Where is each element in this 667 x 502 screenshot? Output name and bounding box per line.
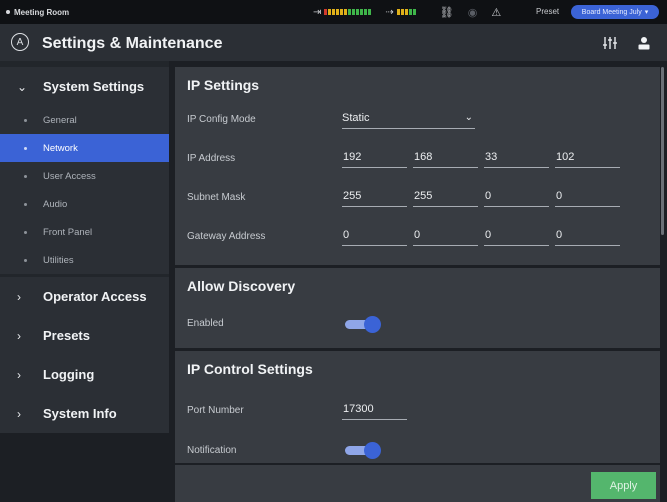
port-number-label: Port Number — [187, 405, 244, 416]
subnet-octet-4[interactable]: 0 — [555, 187, 620, 207]
section-title: Allow Discovery — [187, 278, 296, 294]
ip-control-section: IP Control Settings Port Number 17300 No… — [175, 351, 660, 463]
page-title: Settings & Maintenance — [42, 35, 223, 52]
sidebar-item-general[interactable]: General — [0, 106, 169, 134]
sidebar-group-label: Operator Access — [43, 289, 147, 304]
sidebar-group-label: Presets — [43, 328, 90, 343]
ip-config-mode-select[interactable]: Static ⌄ — [342, 109, 475, 129]
ip-address-label: IP Address — [187, 153, 236, 164]
ip-settings-section: IP Settings IP Config Mode Static ⌄ IP A… — [175, 67, 660, 265]
record-icon: ◉ — [467, 6, 478, 19]
input-meter: ⇥ — [313, 6, 372, 18]
chevron-right-icon: › — [17, 406, 21, 421]
apply-button[interactable]: Apply — [591, 472, 656, 499]
port-number-input[interactable]: 17300 — [342, 400, 407, 420]
chevron-right-icon: › — [17, 289, 21, 304]
output-arrow-icon: ⇢ — [385, 6, 394, 18]
scrollbar[interactable] — [661, 67, 664, 235]
discovery-enabled-toggle[interactable] — [345, 316, 383, 333]
sidebar-group-presets[interactable]: › Presets — [0, 316, 169, 355]
sidebar-item-label: User Access — [43, 170, 96, 182]
sidebar-item-label: Network — [43, 142, 78, 154]
sidebar-item-audio[interactable]: Audio — [0, 190, 169, 218]
sidebar-item-label: General — [43, 114, 77, 126]
sidebar-item-utilities[interactable]: Utilities — [0, 246, 169, 274]
bullet-icon — [24, 202, 27, 206]
ip-address-octet-4[interactable]: 102 — [555, 148, 620, 168]
subnet-octet-3[interactable]: 0 — [484, 187, 549, 207]
sidebar-group-label: System Settings — [43, 79, 145, 94]
notification-label: Notification — [187, 445, 237, 456]
chevron-down-icon: ⌄ — [464, 112, 473, 123]
sidebar-item-network[interactable]: Network — [0, 134, 169, 162]
preset-name: Board Meeting July — [581, 8, 642, 16]
section-title: IP Control Settings — [187, 361, 313, 377]
notification-toggle[interactable] — [345, 442, 383, 459]
ip-address-octet-1[interactable]: 192 — [342, 148, 407, 168]
sidebar-group-logging[interactable]: › Logging — [0, 355, 169, 394]
status-bar: Meeting Room ⇥ ⇢ ⛓ ◉ ⚠ Preset Board Meet… — [0, 0, 667, 24]
toggle-knob — [364, 316, 381, 333]
subnet-mask-label: Subnet Mask — [187, 192, 246, 203]
chevron-down-icon: ▾ — [644, 9, 649, 16]
discovery-enabled-label: Enabled — [187, 318, 224, 329]
warning-icon: ⚠ — [491, 6, 502, 19]
room-dot-icon — [6, 10, 10, 14]
subnet-octet-2[interactable]: 255 — [413, 187, 478, 207]
gateway-octet-4[interactable]: 0 — [555, 226, 620, 246]
sidebar-group-label: System Info — [43, 406, 117, 421]
footer-bar: Apply — [175, 465, 660, 502]
allow-discovery-section: Allow Discovery Enabled — [175, 268, 660, 348]
sidebar-group-label: Logging — [43, 367, 95, 382]
bullet-icon — [24, 174, 27, 178]
ip-address-octet-2[interactable]: 168 — [413, 148, 478, 168]
subnet-octet-1[interactable]: 255 — [342, 187, 407, 207]
bullet-icon — [24, 230, 27, 234]
preset-selector[interactable]: Board Meeting July ▾ — [571, 5, 659, 19]
gateway-address-label: Gateway Address — [187, 231, 266, 242]
gateway-octet-3[interactable]: 0 — [484, 226, 549, 246]
output-meter: ⇢ — [385, 6, 416, 18]
user-icon — [638, 37, 650, 50]
input-arrow-icon: ⇥ — [313, 6, 322, 18]
preset-label: Preset — [536, 7, 560, 16]
chevron-right-icon: › — [17, 328, 21, 343]
ip-config-mode-label: IP Config Mode — [187, 114, 256, 125]
sidebar-item-label: Front Panel — [43, 226, 93, 238]
input-level-bars — [324, 9, 372, 15]
room-indicator: Meeting Room — [0, 8, 69, 17]
sidebar-empty-area — [0, 433, 169, 502]
sidebar: ⌄ System Settings General Network User A… — [0, 61, 169, 502]
chevron-right-icon: › — [17, 367, 21, 382]
gateway-octet-1[interactable]: 0 — [342, 226, 407, 246]
link-icon: ⛓ — [439, 6, 454, 19]
app-header: A Settings & Maintenance — [0, 24, 667, 61]
bullet-icon — [24, 146, 27, 150]
ip-config-mode-value: Static — [342, 112, 370, 124]
sliders-icon — [603, 37, 617, 49]
bullet-icon — [24, 258, 27, 262]
main-content: IP Settings IP Config Mode Static ⌄ IP A… — [169, 61, 667, 502]
mixer-settings-button[interactable] — [600, 33, 620, 53]
sidebar-group-operator-access[interactable]: › Operator Access — [0, 277, 169, 316]
sidebar-group-system-info[interactable]: › System Info — [0, 394, 169, 433]
toggle-knob — [364, 442, 381, 459]
sidebar-item-label: Utilities — [43, 254, 74, 266]
ip-address-octet-3[interactable]: 33 — [484, 148, 549, 168]
meters-group: ⇥ ⇢ ⛓ ◉ ⚠ — [313, 0, 501, 24]
room-name: Meeting Room — [14, 7, 70, 17]
sidebar-item-user-access[interactable]: User Access — [0, 162, 169, 190]
user-button[interactable] — [634, 33, 654, 53]
section-title: IP Settings — [187, 77, 260, 93]
brand-logo-icon: A — [11, 33, 29, 51]
bullet-icon — [24, 118, 27, 122]
gateway-octet-2[interactable]: 0 — [413, 226, 478, 246]
output-level-bars — [396, 9, 416, 15]
sidebar-item-label: Audio — [43, 198, 68, 210]
chevron-down-icon: ⌄ — [17, 79, 28, 94]
sidebar-item-front-panel[interactable]: Front Panel — [0, 218, 169, 246]
sidebar-group-system-settings[interactable]: ⌄ System Settings — [0, 67, 169, 106]
